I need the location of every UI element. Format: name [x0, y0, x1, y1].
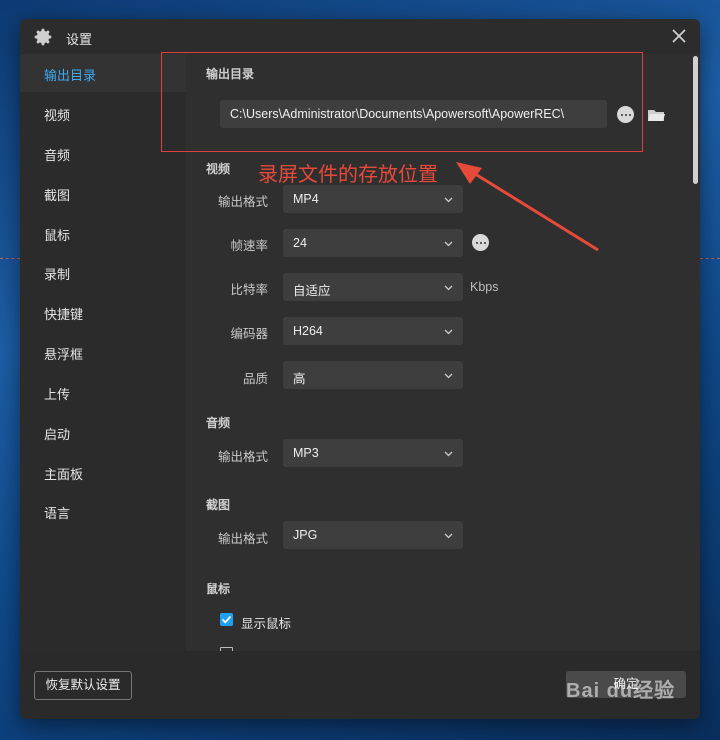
sidebar-item-label: 上传: [44, 387, 71, 402]
bitrate-label: 比特率: [230, 283, 268, 297]
annotation-highlight-box: [161, 52, 643, 152]
sidebar-item-screenshot[interactable]: 截图: [20, 174, 186, 212]
sidebar-item-label: 视频: [44, 108, 71, 123]
sidebar-item-label: 音频: [44, 148, 71, 163]
sidebar-item-mouse[interactable]: 鼠标: [20, 214, 186, 252]
select-value: 高: [293, 372, 306, 386]
sidebar-item-label: 快捷键: [44, 307, 84, 322]
audio-format-select[interactable]: MP3: [283, 439, 463, 467]
select-value: MP3: [293, 446, 319, 460]
framerate-select[interactable]: 24: [283, 229, 463, 257]
chevron-down-icon: [444, 373, 453, 379]
sidebar-item-label: 悬浮框: [44, 347, 84, 362]
watermark: Bai du经验: [566, 680, 676, 702]
background-dashed-line: [0, 258, 20, 259]
close-icon[interactable]: [668, 25, 690, 47]
sidebar-item-hotkeys[interactable]: 快捷键: [20, 293, 186, 331]
scrollbar-thumb[interactable]: [693, 56, 698, 184]
sidebar-item-label: 输出目录: [44, 68, 97, 83]
sidebar-item-label: 主面板: [44, 467, 84, 482]
bitrate-unit: Kbps: [470, 280, 499, 294]
section-title-video: 视频: [206, 162, 231, 176]
annotation-text: 录屏文件的存放位置: [258, 164, 438, 186]
sidebar-item-label: 截图: [44, 188, 71, 203]
window-title: 设置: [66, 32, 93, 47]
select-value: 自适应: [293, 284, 331, 298]
screenshot-format-select[interactable]: JPG: [283, 521, 463, 549]
select-value: MP4: [293, 192, 319, 206]
show-cursor-label: 显示鼠标: [241, 617, 292, 631]
gear-icon: [34, 28, 52, 46]
sidebar-item-record[interactable]: 录制: [20, 253, 186, 291]
select-value: 24: [293, 236, 307, 250]
quality-select[interactable]: 高: [283, 361, 463, 389]
settings-window: 设置 输出目录 视频 音频 截图 鼠标 录制 快捷键 悬浮框 上传 启动 主面板…: [20, 19, 700, 719]
sidebar-item-label: 启动: [44, 427, 71, 442]
sidebar-item-label: 语言: [44, 506, 71, 521]
sidebar-item-label: 录制: [44, 267, 71, 282]
encoder-select[interactable]: H264: [283, 317, 463, 345]
chevron-down-icon: [444, 451, 453, 457]
video-format-select[interactable]: MP4: [283, 185, 463, 213]
sidebar-item-language[interactable]: 语言: [20, 492, 186, 530]
sidebar-item-floating-box[interactable]: 悬浮框: [20, 333, 186, 371]
section-title-audio: 音频: [206, 416, 231, 430]
video-format-label: 输出格式: [217, 195, 268, 209]
chevron-down-icon: [444, 533, 453, 539]
section-title-screenshot: 截图: [206, 498, 231, 512]
sidebar-item-startup[interactable]: 启动: [20, 413, 186, 451]
chevron-down-icon: [444, 329, 453, 335]
background-dashed-line: [700, 258, 720, 259]
sidebar-item-main-panel[interactable]: 主面板: [20, 453, 186, 491]
encoder-label: 编码器: [230, 327, 268, 341]
folder-icon[interactable]: [647, 107, 665, 123]
sidebar-item-upload[interactable]: 上传: [20, 373, 186, 411]
bitrate-select[interactable]: 自适应: [283, 273, 463, 301]
sidebar-item-label: 鼠标: [44, 228, 71, 243]
title-bar: 设置: [20, 19, 700, 54]
select-value: JPG: [293, 528, 318, 542]
select-value: H264: [293, 324, 323, 338]
reset-defaults-button[interactable]: 恢复默认设置: [34, 671, 132, 700]
chevron-down-icon: [444, 285, 453, 291]
screenshot-format-label: 输出格式: [217, 532, 268, 546]
quality-label: 品质: [242, 372, 268, 386]
framerate-label: 帧速率: [230, 239, 268, 253]
annotation-arrow: [456, 162, 599, 252]
show-cursor-checkbox[interactable]: [220, 613, 233, 626]
audio-format-label: 输出格式: [217, 450, 268, 464]
section-title-mouse: 鼠标: [206, 582, 231, 596]
checkmark-icon: [221, 615, 232, 624]
